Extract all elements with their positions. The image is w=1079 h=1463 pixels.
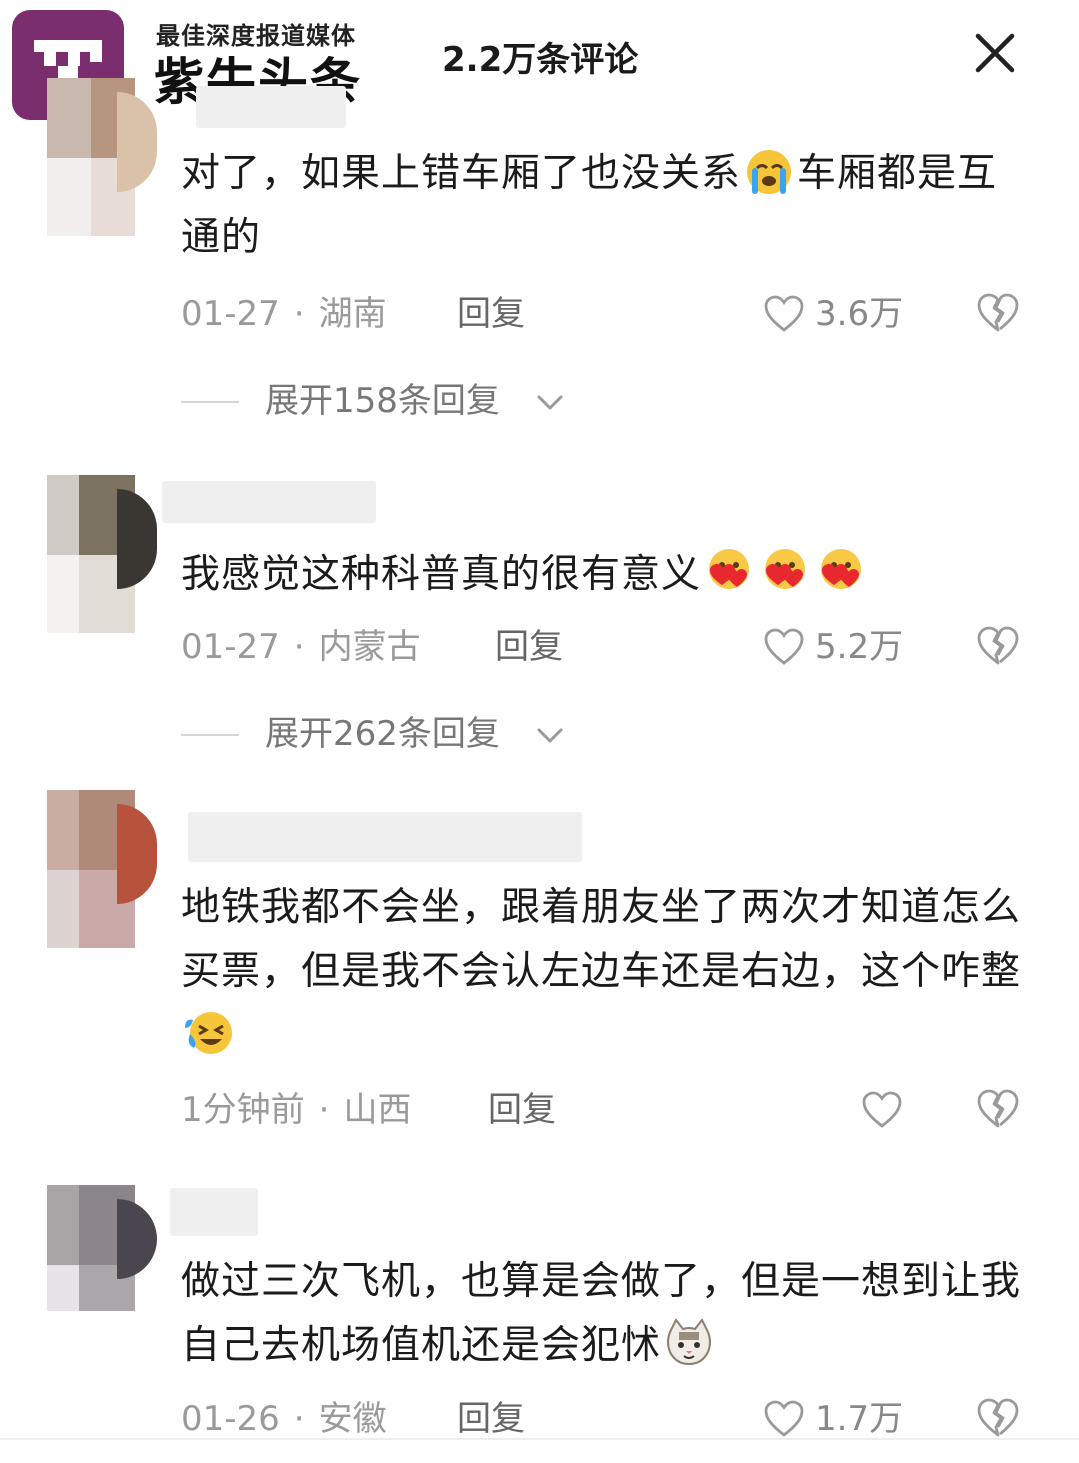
- like-button[interactable]: 3.6万: [763, 292, 913, 336]
- dislike-button[interactable]: [976, 1088, 1022, 1132]
- expand-replies[interactable]: 展开158条回复: [181, 379, 601, 423]
- reply-button[interactable]: 回复: [488, 1088, 556, 1132]
- heart-outline-icon: [764, 628, 804, 665]
- chevron-down-icon: [537, 395, 563, 410]
- like-button[interactable]: 1.7万: [763, 1397, 913, 1441]
- avatar[interactable]: [47, 790, 157, 948]
- heart-hug-face-icon: [821, 549, 862, 589]
- divider: [0, 1438, 1079, 1440]
- avatar[interactable]: [47, 78, 157, 236]
- reply-button[interactable]: 回复: [457, 292, 525, 336]
- like-count: 3.6万: [815, 294, 904, 334]
- comment-text: 对了，如果上错车厢了也没关系 车厢都是互通的: [181, 142, 1021, 270]
- like-count: 1.7万: [815, 1399, 904, 1439]
- chevron-down-icon: [537, 728, 563, 743]
- comment-meta: 01-27 · 湖南: [181, 294, 387, 334]
- broken-heart-icon: [977, 626, 1019, 665]
- laughing-tears-face-icon: [185, 1012, 232, 1054]
- broken-heart-icon: [977, 1398, 1019, 1437]
- reply-button[interactable]: 回复: [495, 625, 563, 669]
- heart-outline-icon: [764, 1400, 804, 1437]
- username-blurred[interactable]: [188, 812, 582, 862]
- broken-heart-icon: [977, 293, 1019, 332]
- heart-outline-icon: [862, 1091, 902, 1128]
- comment-meta: 01-27 · 内蒙古: [181, 627, 421, 667]
- like-button[interactable]: 5.2万: [763, 625, 913, 669]
- heart-hug-face-icon: [709, 549, 750, 589]
- like-count: 5.2万: [815, 627, 904, 667]
- comment-meta: 1分钟前 · 山西: [181, 1090, 412, 1130]
- divider: [181, 734, 239, 736]
- comment-text: 地铁我都不会坐，跟着朋友坐了两次才知道怎么买票，但是我不会认左边车还是右边，这个…: [181, 876, 1021, 1068]
- comments-count-title: 2.2万条评论: [442, 40, 639, 80]
- like-button[interactable]: [861, 1088, 905, 1132]
- heart-hug-face-icon: [765, 549, 806, 589]
- username-blurred[interactable]: [196, 86, 346, 128]
- crying-face-icon: [747, 150, 792, 194]
- avatar[interactable]: [47, 1185, 157, 1343]
- comment-text: 我感觉这种科普真的很有意义: [181, 543, 1021, 607]
- close-icon: [975, 33, 1015, 73]
- cat-face-icon: [667, 1318, 712, 1366]
- comment-text: 做过三次飞机，也算是会做了，但是一想到让我自己去机场值机还是会犯怵: [181, 1259, 1022, 1368]
- username-blurred[interactable]: [162, 481, 376, 523]
- reply-button[interactable]: 回复: [457, 1397, 525, 1441]
- comment-meta: 01-26 · 安徽: [181, 1399, 387, 1439]
- heart-outline-icon: [764, 295, 804, 332]
- dislike-button[interactable]: [976, 1397, 1022, 1441]
- avatar[interactable]: [47, 475, 157, 633]
- username-blurred[interactable]: [170, 1188, 258, 1236]
- close-button[interactable]: [968, 26, 1022, 80]
- divider: [181, 401, 239, 403]
- dislike-button[interactable]: [976, 625, 1022, 669]
- expand-replies[interactable]: 展开262条回复: [181, 712, 601, 756]
- broken-heart-icon: [977, 1089, 1019, 1128]
- dislike-button[interactable]: [976, 292, 1022, 336]
- brand-tagline: 最佳深度报道媒体: [156, 22, 356, 50]
